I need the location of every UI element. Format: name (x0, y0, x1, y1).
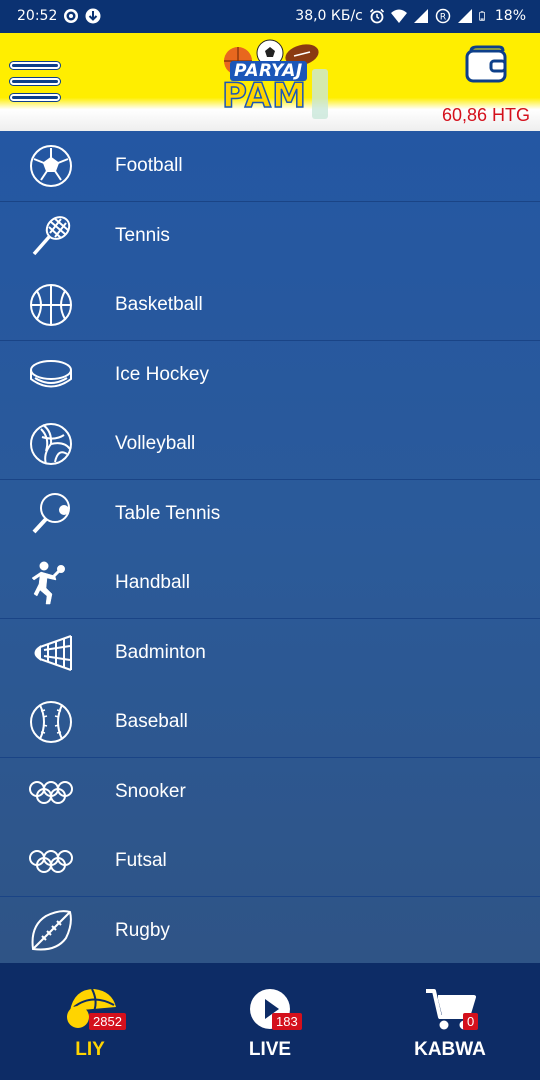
hamburger-bar (10, 78, 60, 85)
status-bar: 20:52 38,0 КБ/с R 18% (0, 0, 540, 33)
sport-item-tennis[interactable]: Tennis (0, 200, 540, 271)
live-badge: 183 (272, 1013, 302, 1030)
account-balance: 60,86 HTG (441, 105, 530, 125)
nav-label-kabwa: KABWA (414, 1039, 486, 1060)
volleyball-icon (30, 422, 72, 465)
bottom-navigation: 2852 LIY 183 LIVE 0 KABWA (0, 963, 540, 1080)
rugby-icon (31, 909, 72, 951)
baseball-icon (30, 700, 72, 743)
table-tennis-icon (32, 492, 70, 534)
roaming-icon: R (435, 8, 451, 24)
logo-text-pam: PAM (221, 76, 307, 116)
sport-label: Volleyball (115, 432, 196, 454)
sport-label: Basketball (115, 293, 203, 315)
sport-item-badminton[interactable]: Badminton (0, 617, 540, 688)
handball-icon (31, 561, 65, 604)
sport-label: Baseball (115, 710, 188, 732)
nav-label-liy: LIY (75, 1039, 105, 1060)
sport-item-rugby[interactable]: Rugby (0, 895, 540, 966)
wallet-icon[interactable] (465, 45, 507, 83)
sport-item-ice-hockey[interactable]: Ice Hockey (0, 339, 540, 410)
paryaj-pam-logo[interactable]: PARYAJ PAM (216, 39, 340, 129)
sport-label: Snooker (115, 780, 186, 802)
sport-label: Futsal (115, 849, 167, 871)
alarm-icon (369, 8, 384, 24)
sport-label: Handball (115, 571, 190, 593)
sport-label: Football (115, 154, 183, 176)
battery-icon (479, 11, 485, 21)
nav-tab-live[interactable]: 183 LIVE (180, 963, 360, 1080)
sports-list: Football Tennis Basketball Ice Hockey Vo… (0, 131, 540, 963)
sport-label: Table Tennis (115, 502, 221, 524)
status-time: 20:52 (17, 8, 58, 24)
sport-item-handball[interactable]: Handball (0, 548, 540, 618)
cart-badge: 0 (463, 1013, 479, 1030)
hamburger-bar (10, 62, 60, 69)
football-icon (30, 144, 72, 187)
olympic-rings-icon (29, 849, 73, 873)
liy-badge: 2852 (89, 1013, 126, 1030)
wifi-icon (390, 9, 407, 23)
menu-button[interactable] (10, 60, 62, 104)
sport-item-football[interactable]: Football (0, 131, 540, 201)
nav-tab-liy[interactable]: 2852 LIY (0, 963, 180, 1080)
sport-label: Ice Hockey (115, 363, 209, 385)
sport-item-basketball[interactable]: Basketball (0, 270, 540, 340)
badminton-icon (34, 634, 72, 671)
olympic-rings-icon (29, 780, 73, 804)
sport-label: Badminton (115, 641, 206, 663)
sport-item-volleyball[interactable]: Volleyball (0, 409, 540, 479)
nav-tab-kabwa[interactable]: 0 KABWA (360, 963, 540, 1080)
nav-label-live: LIVE (248, 1039, 292, 1060)
sport-item-baseball[interactable]: Baseball (0, 687, 540, 757)
sport-label: Rugby (115, 919, 170, 941)
svg-text:R: R (440, 13, 446, 23)
network-speed: 38,0 КБ/с (295, 8, 363, 24)
sport-item-futsal[interactable]: Futsal (0, 826, 540, 896)
sport-label: Tennis (115, 224, 170, 246)
sport-item-snooker[interactable]: Snooker (0, 756, 540, 827)
whatsapp-icon (64, 9, 79, 23)
hamburger-bar (10, 94, 60, 101)
signal-icon-2 (457, 9, 472, 23)
download-icon (85, 8, 101, 24)
app-header: PARYAJ PAM 60,86 HTG (0, 33, 540, 131)
ice-hockey-icon (30, 359, 72, 388)
signal-icon (413, 9, 428, 23)
sport-item-table-tennis[interactable]: Table Tennis (0, 478, 540, 549)
tennis-icon (32, 215, 71, 255)
battery-level: 18% (494, 8, 526, 24)
basketball-icon (30, 283, 72, 326)
